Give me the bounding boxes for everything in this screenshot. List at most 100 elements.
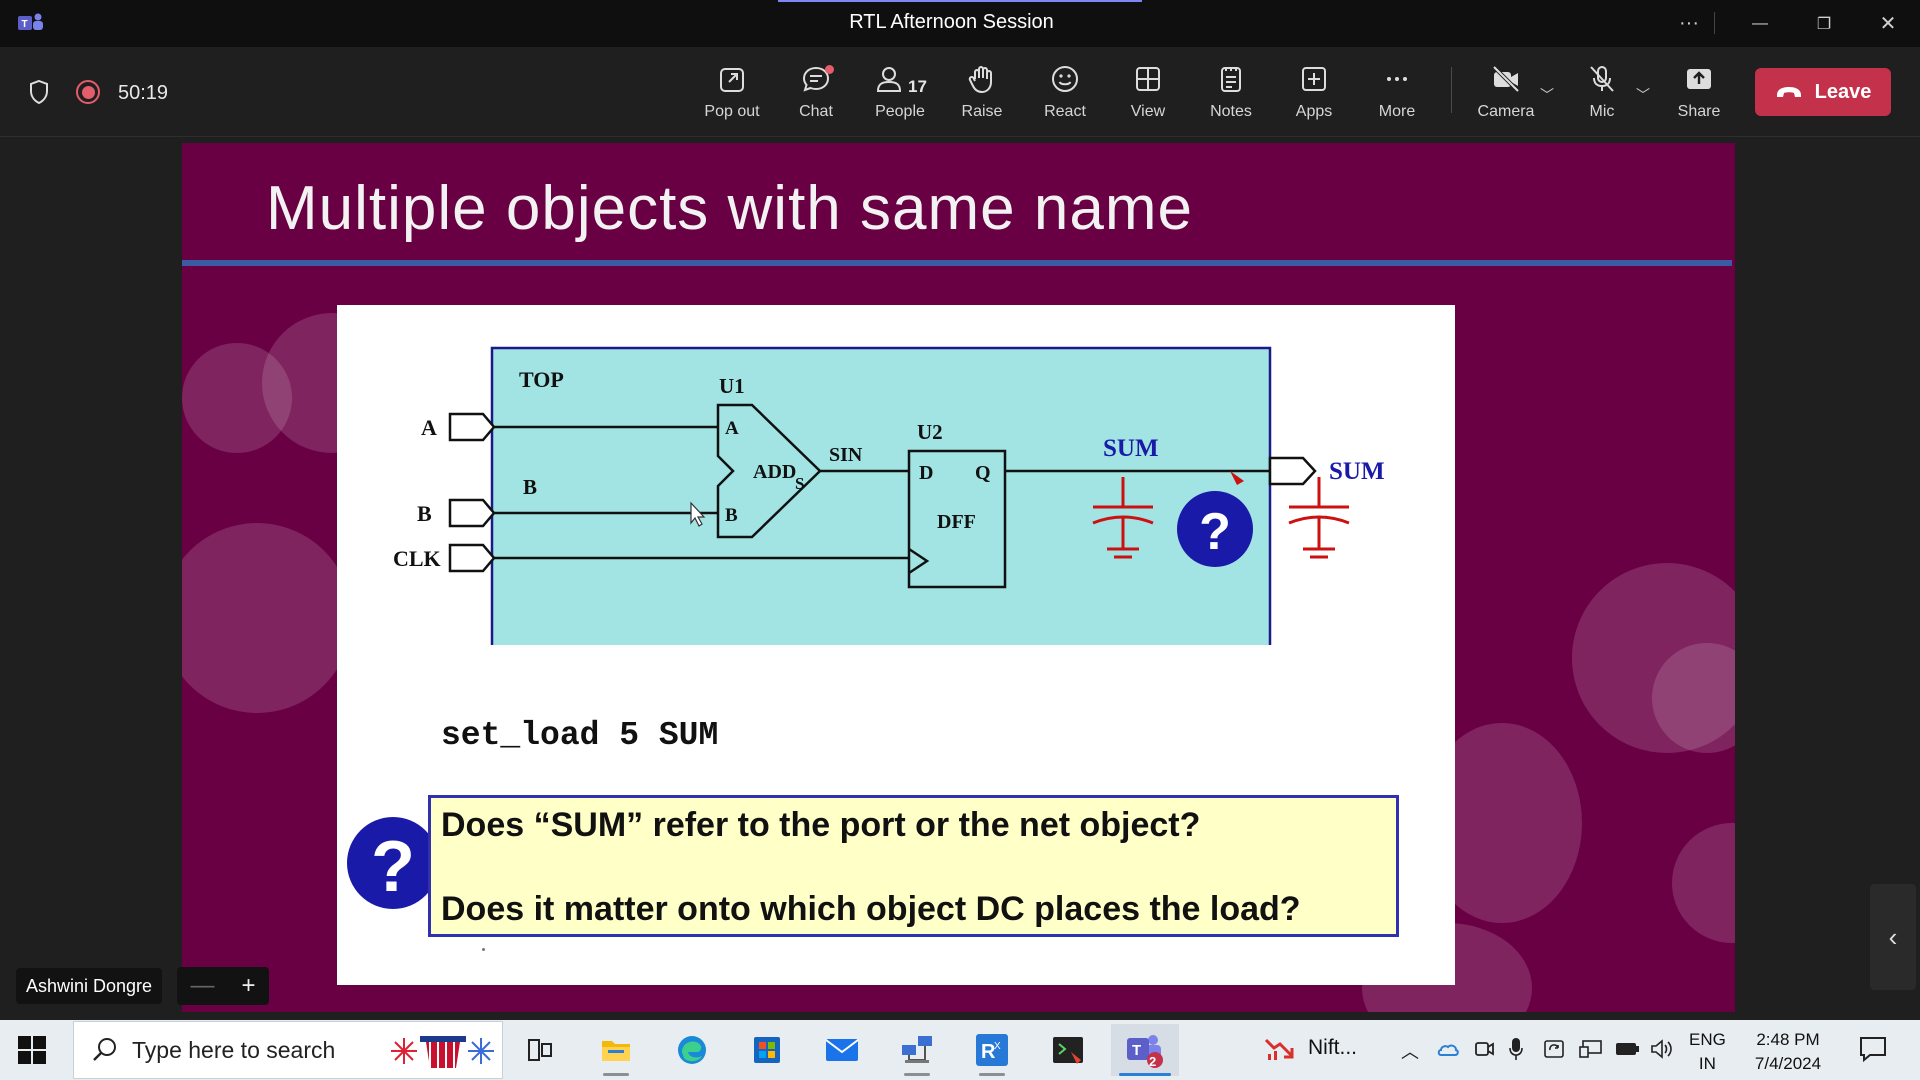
meet-now-icon[interactable] xyxy=(1473,1038,1495,1060)
decor-bubble xyxy=(1672,823,1735,943)
mic-button[interactable]: Mic xyxy=(1562,57,1642,129)
minimize-button[interactable]: — xyxy=(1733,0,1787,47)
question-bubble-mark: ? xyxy=(1199,503,1231,561)
popout-button[interactable]: Pop out xyxy=(692,57,772,129)
language-line-1: ENG xyxy=(1689,1030,1726,1049)
leave-button[interactable]: Leave xyxy=(1755,68,1891,116)
edge-app[interactable] xyxy=(661,1024,723,1076)
shared-content-stage: Multiple objects with same name TOP A B … xyxy=(0,138,1920,1020)
zoom-out-button[interactable]: — xyxy=(190,972,214,1000)
clock-date: 7/4/2024 xyxy=(1754,1054,1822,1073)
popout-label: Pop out xyxy=(704,103,760,120)
raise-label: Raise xyxy=(961,103,1003,120)
shield-icon xyxy=(30,79,48,105)
u1-out-pin: S xyxy=(795,474,804,493)
smiley-icon xyxy=(1052,66,1078,92)
slide-title-rule xyxy=(182,260,1732,266)
output-port-sum xyxy=(1268,456,1317,486)
network-tray-icon[interactable] xyxy=(1579,1039,1603,1059)
question-box: Does “SUM” refer to the port or the net … xyxy=(428,795,1399,937)
microphone-tray-icon[interactable] xyxy=(1508,1037,1524,1061)
folder-icon xyxy=(602,1041,630,1061)
store-app[interactable] xyxy=(736,1024,798,1076)
people-count: 17 xyxy=(908,77,927,96)
camera-off-icon xyxy=(1492,65,1520,93)
plus-icon xyxy=(1302,67,1326,91)
recording-icon xyxy=(76,80,100,104)
side-panel-toggle[interactable]: ‹ xyxy=(1870,884,1916,990)
task-view-app[interactable] xyxy=(509,1024,571,1076)
system-clock[interactable]: 2:48 PM 7/4/2024 xyxy=(1748,1028,1828,1076)
tray-overflow-chevron-icon[interactable]: ︿ xyxy=(1401,1038,1419,1064)
nifty-widget[interactable]: Nift... xyxy=(1264,1034,1357,1062)
language-indicator[interactable]: ENG IN xyxy=(1689,1028,1726,1076)
notes-label: Notes xyxy=(1210,103,1252,120)
input-port-a xyxy=(448,412,496,442)
net-sin-label: SIN xyxy=(829,444,863,466)
meeting-timer: 50:19 xyxy=(118,82,169,104)
sync-icon[interactable] xyxy=(1543,1038,1565,1060)
teams-taskbar-app[interactable]: T 2 xyxy=(1111,1024,1179,1076)
shared-slide: Multiple objects with same name TOP A B … xyxy=(182,143,1735,1012)
u1-label: U1 xyxy=(719,374,745,398)
tcl-command: set_load 5 SUM xyxy=(441,717,719,754)
mail-app[interactable] xyxy=(811,1024,873,1076)
remote-desktop-icon: RX xyxy=(976,1034,1008,1066)
file-explorer-app[interactable] xyxy=(585,1024,647,1076)
search-placeholder: Type here to search xyxy=(132,1036,336,1063)
slide-content-panel: TOP A B CLK B U1 A B ADD S SIN U2 D Q DF… xyxy=(337,305,1455,985)
stock-down-icon xyxy=(1264,1038,1294,1060)
restore-button[interactable]: ❐ xyxy=(1797,0,1851,47)
camera-button[interactable]: Camera xyxy=(1466,57,1546,129)
people-label: People xyxy=(875,103,925,120)
mail-icon xyxy=(825,1039,859,1061)
camera-options-chevron-icon[interactable]: ﹀ xyxy=(1540,85,1554,105)
u1-name: ADD xyxy=(753,461,796,483)
more-button[interactable]: More xyxy=(1357,57,1437,129)
react-label: React xyxy=(1044,103,1086,120)
phone-hangup-icon xyxy=(1776,87,1801,97)
notes-button[interactable]: Notes xyxy=(1191,57,1271,129)
people-button[interactable]: 17 People xyxy=(860,57,940,129)
windows-taskbar: Type here to search RX T 2 Nift... ︿ ENG… xyxy=(0,1020,1920,1080)
windows-start-icon[interactable] xyxy=(18,1036,46,1064)
question-line-2: Does it matter onto which object DC plac… xyxy=(441,890,1301,928)
svg-text:X: X xyxy=(994,1041,1001,1052)
volume-icon[interactable] xyxy=(1650,1038,1674,1060)
task-view-icon xyxy=(528,1039,552,1061)
rdp-app[interactable]: RX xyxy=(961,1024,1023,1076)
react-button[interactable]: React xyxy=(1025,57,1105,129)
zoom-controls: — + xyxy=(177,967,269,1005)
title-separator xyxy=(1714,12,1715,34)
window-title: RTL Afternoon Session xyxy=(849,11,1054,33)
chat-button[interactable]: Chat xyxy=(776,57,856,129)
apps-button[interactable]: Apps xyxy=(1274,57,1354,129)
view-button[interactable]: View xyxy=(1108,57,1188,129)
search-highlight-icon xyxy=(391,1036,494,1068)
zoom-in-button[interactable]: + xyxy=(241,972,255,1000)
language-line-2: IN xyxy=(1698,1054,1716,1073)
window-more-button[interactable]: ··· xyxy=(1662,0,1716,47)
dff-q-pin: Q xyxy=(975,462,991,484)
raise-hand-button[interactable]: Raise xyxy=(942,57,1022,129)
title-bar: T RTL Afternoon Session ··· — ❐ ✕ xyxy=(0,0,1920,47)
share-icon xyxy=(1687,69,1711,89)
circuit-diagram: TOP A B CLK B U1 A B ADD S SIN U2 D Q DF… xyxy=(393,346,1385,645)
notification-center-icon[interactable] xyxy=(1858,1034,1888,1064)
share-button[interactable]: Share xyxy=(1659,57,1739,129)
mic-options-chevron-icon[interactable]: ﹀ xyxy=(1636,85,1650,105)
view-label: View xyxy=(1130,103,1166,120)
battery-icon[interactable] xyxy=(1615,1041,1641,1057)
title-accent-line xyxy=(778,0,1142,2)
terminal-app[interactable] xyxy=(1037,1024,1099,1076)
input-port-clk xyxy=(448,543,496,573)
u1-pin-a: A xyxy=(725,418,739,439)
network-app[interactable] xyxy=(886,1024,948,1076)
taskbar-search-box[interactable]: Type here to search xyxy=(73,1021,503,1079)
ellipsis-icon xyxy=(1387,77,1407,81)
slide-title: Multiple objects with same name xyxy=(266,174,1193,243)
input-clk-label: CLK xyxy=(393,546,441,571)
search-icon xyxy=(93,1038,116,1061)
onedrive-icon[interactable] xyxy=(1436,1040,1460,1058)
close-button[interactable]: ✕ xyxy=(1861,0,1915,47)
